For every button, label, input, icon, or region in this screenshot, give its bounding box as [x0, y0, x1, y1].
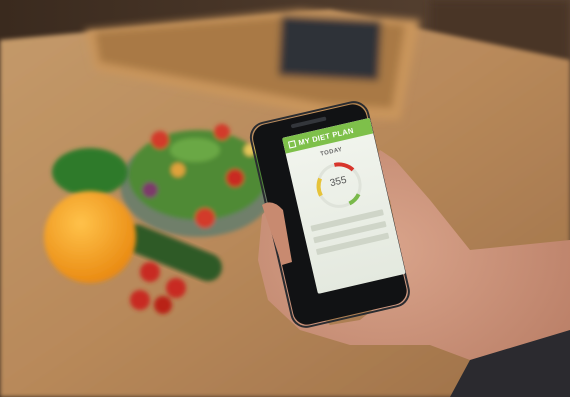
app-logo-icon [287, 139, 297, 149]
orange-fruit [44, 191, 136, 283]
ring-green-segment [348, 193, 361, 206]
photo-scene [0, 0, 570, 397]
green-pepper [52, 148, 128, 196]
ring-red-segment [333, 162, 355, 172]
calorie-ring: 355 [307, 153, 372, 218]
